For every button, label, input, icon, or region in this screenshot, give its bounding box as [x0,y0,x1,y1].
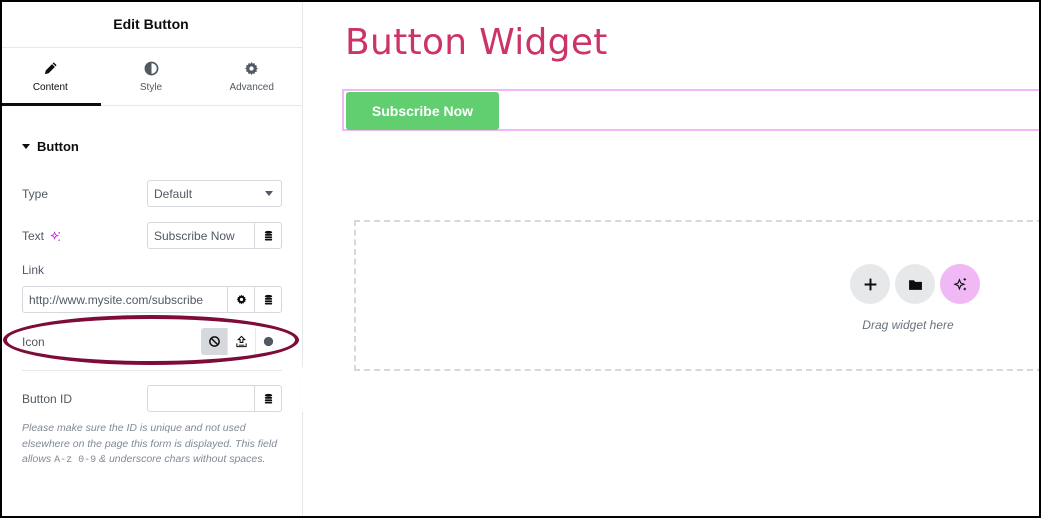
heading-widget[interactable]: Button Widget [345,22,608,63]
button-id-field[interactable] [147,385,282,412]
link-options-button[interactable] [227,287,254,312]
subscribe-button[interactable]: Subscribe Now [346,92,499,130]
pencil-icon [44,61,57,74]
circle-icon [264,336,274,347]
tab-content[interactable]: Content [0,48,101,106]
type-select[interactable]: Default [147,180,282,207]
type-label: Type [22,187,49,201]
database-icon [264,393,272,404]
tab-advanced-label: Advanced [229,81,274,93]
plus-icon [864,278,876,290]
dropzone-actions [850,264,980,304]
link-label: Link [22,263,45,277]
button-widget-container[interactable]: Subscribe Now [342,89,1041,131]
help-code: A-z 0-9 [54,455,97,466]
folder-icon [908,279,922,290]
dynamic-tags-button[interactable] [254,287,281,312]
icon-choices [201,328,282,355]
link-input[interactable]: http://www.mysite.com/subscribe [23,287,227,312]
icon-label: Icon [22,335,45,349]
section-toggle-button[interactable]: Button [22,139,79,154]
database-icon [264,294,272,305]
button-id-input[interactable] [148,386,254,411]
text-label: Text [22,229,45,243]
preview-canvas: Button Widget Subscribe Now Drag widget … [304,0,1041,518]
tab-advanced[interactable]: Advanced [201,48,302,105]
button-id-help: Please make sure the ID is unique and no… [22,421,284,469]
panel-title: Edit Button [0,0,302,48]
ai-sparkle-icon[interactable] [50,230,61,242]
caret-down-icon [22,144,30,149]
chevron-down-icon [265,191,273,196]
add-section-button[interactable] [850,264,890,304]
drop-zone[interactable]: Drag widget here [354,220,1041,371]
link-field[interactable]: http://www.mysite.com/subscribe [22,286,282,313]
gear-icon [236,294,246,305]
tab-style-label: Style [139,81,163,93]
editor-panel: Edit Button Content Style Advanced Butto… [0,0,303,518]
ban-icon [208,336,220,347]
database-icon [264,230,272,241]
dynamic-tags-button[interactable] [254,386,281,411]
icon-choice-none[interactable] [201,328,229,355]
icon-choice-upload[interactable] [228,328,256,355]
panel-tabs: Content Style Advanced [0,48,302,106]
text-input[interactable]: Subscribe Now [148,223,254,248]
ai-sparkle-icon [952,277,966,290]
gear-icon [245,61,259,75]
tab-style[interactable]: Style [101,48,202,105]
add-template-button[interactable] [895,264,935,304]
upload-icon [236,335,247,348]
tab-content-label: Content [32,81,68,93]
section-title: Button [37,139,79,154]
type-value: Default [154,186,193,201]
text-field[interactable]: Subscribe Now [147,222,282,249]
button-id-label: Button ID [22,392,73,406]
icon-choice-svg[interactable] [256,328,282,355]
ai-generate-button[interactable] [940,264,980,304]
divider [22,370,282,371]
text-label-row: Text [22,229,61,243]
help-text-end: & underscore chars without spaces. [96,453,266,465]
dropzone-text: Drag widget here [862,318,954,332]
dynamic-tags-button[interactable] [254,223,281,248]
half-circle-icon [144,61,158,75]
